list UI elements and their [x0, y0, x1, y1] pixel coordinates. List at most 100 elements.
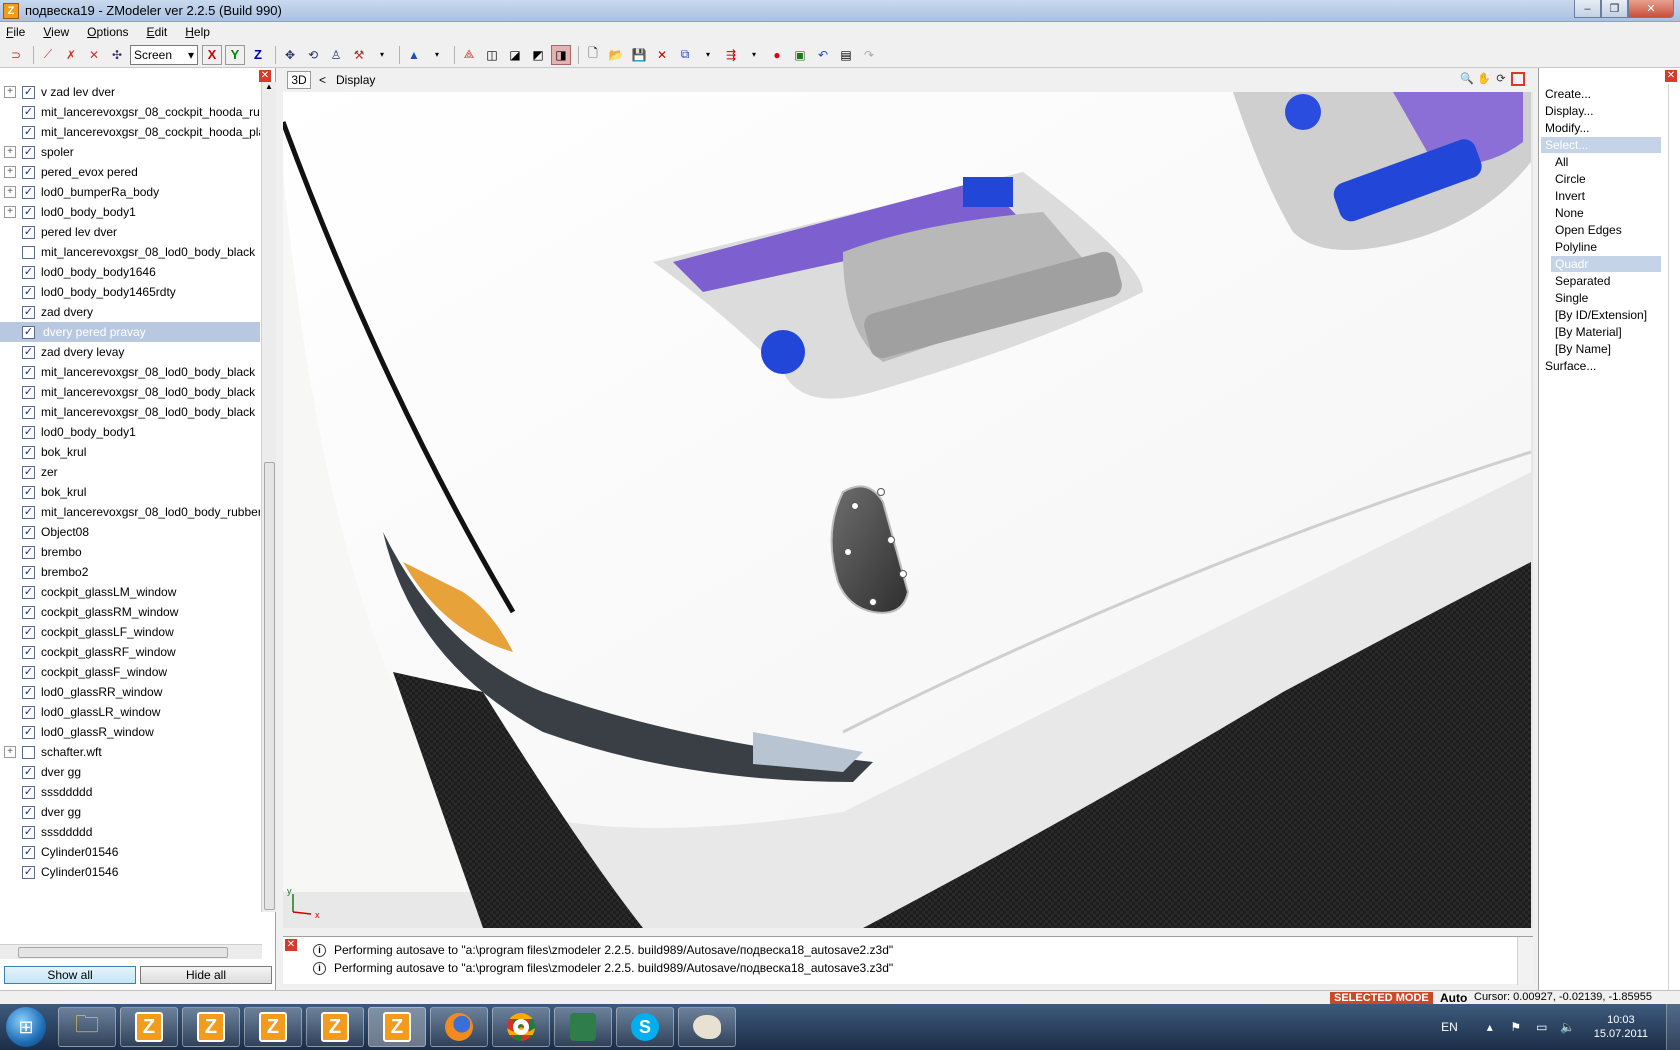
select-object-icon[interactable]: ✣: [107, 45, 127, 65]
network-icon[interactable]: ▭: [1534, 1020, 1550, 1034]
taskbar-chrome[interactable]: [492, 1007, 550, 1047]
expand-icon[interactable]: +: [4, 186, 16, 198]
taskbar-firefox[interactable]: [430, 1007, 488, 1047]
hide-all-button[interactable]: Hide all: [140, 966, 272, 984]
command-item[interactable]: All: [1551, 154, 1661, 170]
visibility-checkbox[interactable]: ✓: [22, 565, 35, 579]
visibility-checkbox[interactable]: ✓: [22, 485, 35, 499]
tree-item[interactable]: ✓ lod0_glassR_window: [0, 722, 260, 742]
tree-item[interactable]: + ✓ pered_evox pered: [0, 162, 260, 182]
volume-icon[interactable]: 🔈: [1560, 1020, 1576, 1034]
dropdown-icon[interactable]: ▾: [744, 45, 764, 65]
record-icon[interactable]: ●: [767, 45, 787, 65]
tree-item[interactable]: ✓ Object08: [0, 522, 260, 542]
tree-item[interactable]: ✓ pered lev dver: [0, 222, 260, 242]
close-icon[interactable]: ✕: [259, 70, 271, 82]
cone-icon[interactable]: ▲: [404, 45, 424, 65]
box-icon[interactable]: ◫: [482, 45, 502, 65]
visibility-checkbox[interactable]: ✓: [22, 685, 35, 699]
tree-item[interactable]: ✓ mit_lancerevoxgsr_08_cockpit_hooda_rubb…: [0, 102, 260, 122]
auto-indicator[interactable]: Auto: [1440, 991, 1467, 1005]
visibility-checkbox[interactable]: ✓: [22, 605, 35, 619]
command-item[interactable]: Invert: [1551, 188, 1661, 204]
taskbar-zmodeler-4[interactable]: Z: [306, 1007, 364, 1047]
visibility-checkbox[interactable]: ✓: [22, 585, 35, 599]
close-icon[interactable]: ✕: [285, 939, 297, 951]
tree-item[interactable]: ✓ zer: [0, 462, 260, 482]
expand-icon[interactable]: +: [4, 86, 16, 98]
clock[interactable]: 10:03 15.07.2011: [1594, 1013, 1648, 1041]
log-scrollbar[interactable]: [1517, 937, 1533, 985]
command-item[interactable]: Display...: [1541, 103, 1661, 119]
open-folder-icon[interactable]: 📂: [606, 45, 626, 65]
visibility-checkbox[interactable]: ✓: [22, 505, 35, 519]
magnet-icon[interactable]: ⊃: [6, 45, 26, 65]
save-icon[interactable]: 💾: [629, 45, 649, 65]
taskbar-zmodeler-3[interactable]: Z: [244, 1007, 302, 1047]
scroll-up-icon[interactable]: ▲: [262, 82, 276, 91]
select-face-icon[interactable]: ✕: [84, 45, 104, 65]
flag-icon[interactable]: ⚑: [1508, 1020, 1524, 1034]
dropdown-icon[interactable]: ▾: [427, 45, 447, 65]
app-icon[interactable]: Z: [3, 2, 19, 19]
command-item[interactable]: [By ID/Extension]: [1551, 307, 1661, 323]
tree-item[interactable]: ✓ lod0_body_body1: [0, 422, 260, 442]
visibility-checkbox[interactable]: ✓: [22, 625, 35, 639]
tree-item[interactable]: ✓ brembo: [0, 542, 260, 562]
tree-item[interactable]: ✓ mit_lancerevoxgsr_08_lod0_body_rubber_t: [0, 502, 260, 522]
show-desktop-button[interactable]: [1666, 1004, 1680, 1050]
visibility-checkbox[interactable]: ✓: [22, 185, 35, 199]
notes-icon[interactable]: ▤: [836, 45, 856, 65]
tree-item[interactable]: + ✓ v zad lev dver: [0, 82, 260, 102]
command-item[interactable]: [By Material]: [1551, 324, 1661, 340]
command-item[interactable]: Single: [1551, 290, 1661, 306]
expand-icon[interactable]: +: [4, 146, 16, 158]
viewport-mode-button[interactable]: 3D: [287, 71, 311, 89]
space-select[interactable]: Screen ▾: [130, 44, 198, 65]
command-item[interactable]: Polyline: [1551, 239, 1661, 255]
menu-help[interactable]: Help: [185, 25, 210, 39]
close-icon[interactable]: ✕: [1665, 70, 1677, 82]
box-textured-icon[interactable]: ◨: [551, 44, 571, 65]
menu-view[interactable]: View: [43, 25, 69, 39]
tree-item[interactable]: + ✓ lod0_body_body1: [0, 202, 260, 222]
box-shaded-icon[interactable]: ◩: [528, 45, 548, 65]
command-item[interactable]: Modify...: [1541, 120, 1661, 136]
visibility-checkbox[interactable]: ✓: [22, 545, 35, 559]
tree-item[interactable]: ✓ mit_lancerevoxgsr_08_lod0_body_black: [0, 362, 260, 382]
figure-icon[interactable]: ♙: [326, 45, 346, 65]
tree-item[interactable]: + ✓ lod0_bumperRa_body: [0, 182, 260, 202]
minimize-button[interactable]: –: [1574, 0, 1601, 18]
tree-item[interactable]: ✓ cockpit_glassRF_window: [0, 642, 260, 662]
tree-item[interactable]: ✓ mit_lancerevoxgsr_08_cockpit_hooda_plas…: [0, 122, 260, 142]
command-item[interactable]: Open Edges: [1551, 222, 1661, 238]
new-file-icon[interactable]: 🗋: [583, 45, 603, 65]
menu-edit[interactable]: Edit: [147, 25, 168, 39]
tree-item[interactable]: + schafter.wft: [0, 742, 260, 762]
command-item[interactable]: [By Name]: [1551, 341, 1661, 357]
delete-icon[interactable]: ✕: [652, 45, 672, 65]
command-item[interactable]: Create...: [1541, 86, 1661, 102]
visibility-checkbox[interactable]: ✓: [22, 365, 35, 379]
maximize-viewport-icon[interactable]: [1511, 72, 1525, 86]
tree-item[interactable]: ✓ cockpit_glassLM_window: [0, 582, 260, 602]
show-all-button[interactable]: Show all: [4, 966, 136, 984]
tree-item[interactable]: ✓ zad dvery levay: [0, 342, 260, 362]
tree-vertical-scrollbar[interactable]: ▲: [261, 82, 276, 912]
taskbar-paint[interactable]: [678, 1007, 736, 1047]
language-indicator[interactable]: EN: [1441, 1020, 1458, 1034]
wire-icon[interactable]: ⟁: [459, 45, 479, 65]
tree-item[interactable]: ✓ dvery pered pravay: [0, 322, 260, 342]
select-vertex-icon[interactable]: ⟋: [38, 45, 58, 65]
visibility-checkbox[interactable]: ✓: [22, 305, 35, 319]
tree-item[interactable]: ✓ Cylinder01546: [0, 842, 260, 862]
zoom-icon[interactable]: 🔍: [1460, 72, 1474, 86]
command-item[interactable]: Circle: [1551, 171, 1661, 187]
visibility-checkbox[interactable]: ✓: [22, 865, 35, 879]
visibility-checkbox[interactable]: ✓: [22, 385, 35, 399]
menu-options[interactable]: Options: [87, 25, 128, 39]
tree-item[interactable]: ✓ mit_lancerevoxgsr_08_lod0_body_black: [0, 402, 260, 422]
image-icon[interactable]: ▣: [790, 45, 810, 65]
tree-item[interactable]: ✓ lod0_body_body1465rdty: [0, 282, 260, 302]
tree-item[interactable]: ✓ cockpit_glassRM_window: [0, 602, 260, 622]
